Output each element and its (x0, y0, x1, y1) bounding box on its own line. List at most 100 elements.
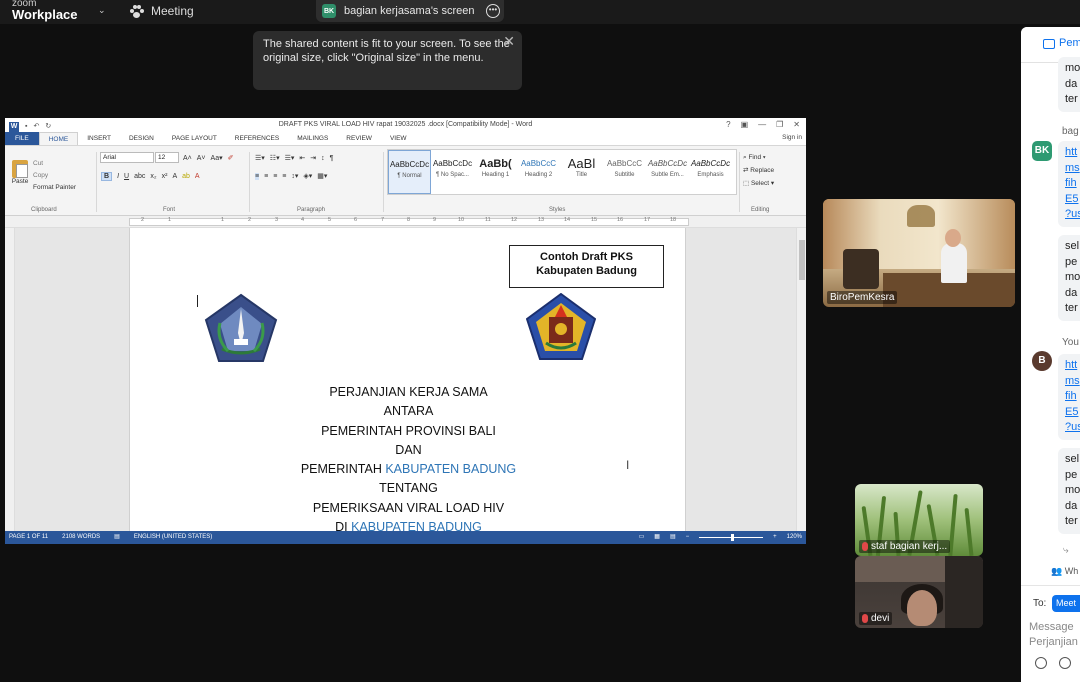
bold-icon[interactable]: B (101, 172, 113, 181)
who-can-see-row[interactable]: 👥 Wh (1051, 566, 1078, 577)
italic-icon[interactable]: I (117, 173, 119, 180)
numbering-icon[interactable]: ☷▾ (270, 154, 280, 162)
decrease-indent-icon[interactable]: ⇤ (299, 154, 305, 162)
tab-home[interactable]: HOME (38, 132, 79, 145)
web-layout-icon[interactable]: ▤ (670, 531, 676, 544)
chat-message[interactable]: mo da ter (1058, 57, 1080, 112)
proofing-icon[interactable]: ▤ (114, 531, 120, 544)
language-indicator[interactable]: ENGLISH (UNITED STATES) (134, 531, 212, 544)
help-icon[interactable]: ? (726, 118, 730, 132)
vertical-ruler[interactable] (5, 228, 15, 531)
close-window-icon[interactable]: ✕ (793, 118, 800, 132)
align-right-icon[interactable]: ≡ (273, 173, 277, 180)
chat-message[interactable]: htt ms fih E5 ?us (1058, 141, 1080, 227)
chevron-down-icon[interactable]: ⌄ (98, 5, 106, 16)
style-no-spacing[interactable]: AaBbCcDc ¶ No Spac... (431, 150, 474, 194)
tab-insert[interactable]: INSERT (78, 132, 120, 145)
justify-icon[interactable]: ≡ (282, 173, 286, 180)
video-tile-staf-bagian[interactable]: staf bagian kerj... (855, 484, 983, 556)
shrink-font-icon[interactable]: A˅ (197, 155, 206, 162)
ribbon-display-icon[interactable]: ▣ (741, 118, 749, 132)
bullets-icon[interactable]: ☰▾ (255, 154, 265, 162)
tab-design[interactable]: DESIGN (120, 132, 163, 145)
select-button[interactable]: ⬚ Select ▾ (743, 177, 774, 190)
style-emphasis[interactable]: AaBbCcDc Emphasis (689, 150, 732, 194)
tab-view[interactable]: VIEW (381, 132, 416, 145)
multilevel-icon[interactable]: ☰▾ (285, 154, 295, 162)
text-effects-icon[interactable]: A (172, 173, 177, 180)
align-center-icon[interactable]: ≡ (264, 173, 268, 180)
find-button[interactable]: ⌕ Find ▾ (743, 151, 774, 164)
subscript-icon[interactable]: x₂ (150, 173, 156, 180)
align-left-icon[interactable]: ≡ (255, 172, 260, 180)
emoji-icon[interactable] (1059, 657, 1071, 669)
zoom-out-icon[interactable]: − (686, 531, 690, 544)
tab-page-layout[interactable]: PAGE LAYOUT (163, 132, 226, 145)
document-page[interactable]: Contoh Draft PKS Kabupaten Badung PERJAN… (129, 228, 686, 531)
sort-icon[interactable]: ↕ (321, 155, 325, 162)
message-link[interactable]: htt (1065, 358, 1080, 374)
message-input[interactable]: Message Perjanjian (1029, 620, 1078, 650)
replace-button[interactable]: ⇄ Replace (743, 164, 774, 177)
clear-format-icon[interactable]: ✐ (228, 154, 234, 162)
meeting-menu[interactable]: Meeting (130, 4, 194, 18)
message-link[interactable]: ?us (1065, 207, 1080, 223)
style-heading-1[interactable]: AaBb( Heading 1 (474, 150, 517, 194)
reply-icon[interactable]: ⤷ (1063, 545, 1069, 556)
grow-font-icon[interactable]: A˄ (183, 155, 192, 162)
tab-file[interactable]: FILE (5, 132, 39, 145)
font-name-box[interactable]: Arial (100, 152, 154, 163)
sign-in-link[interactable]: Sign in (782, 134, 802, 141)
read-mode-icon[interactable]: ▭ (639, 531, 645, 544)
recipient-dropdown[interactable]: Meet (1052, 595, 1080, 612)
font-color-icon[interactable]: A (195, 173, 200, 180)
borders-icon[interactable]: ▦▾ (317, 172, 327, 180)
line-spacing-icon[interactable]: ↕▾ (291, 172, 298, 180)
maximize-icon[interactable]: ❐ (776, 118, 783, 132)
style-subtle-emphasis[interactable]: AaBbCcDc Subtle Em... (646, 150, 689, 194)
chat-message[interactable]: sel pe mo da ter (1058, 448, 1080, 534)
copy-button[interactable]: Copy (33, 170, 76, 182)
tab-mailings[interactable]: MAILINGS (288, 132, 337, 145)
message-link[interactable]: E5 (1065, 405, 1080, 421)
minimize-icon[interactable]: — (758, 118, 766, 132)
word-count[interactable]: 2108 WORDS (62, 531, 100, 544)
message-link[interactable]: ms (1065, 161, 1080, 177)
cut-button[interactable]: Cut (33, 158, 76, 170)
superscript-icon[interactable]: x² (162, 173, 168, 180)
change-case-icon[interactable]: Aa▾ (211, 154, 223, 162)
underline-icon[interactable]: U (124, 173, 129, 180)
chat-message[interactable]: htt ms fih E5 ?us (1058, 354, 1080, 440)
zoom-level[interactable]: 120% (787, 531, 802, 544)
print-layout-icon[interactable]: ▦ (654, 531, 660, 544)
video-tile-biropemkesra[interactable]: BiroPemKesra (823, 199, 1015, 307)
zoom-in-icon[interactable]: + (773, 531, 777, 544)
font-size-box[interactable]: 12 (155, 152, 179, 163)
message-link[interactable]: E5 (1065, 192, 1080, 208)
scrollbar-thumb[interactable] (799, 240, 805, 280)
style-subtitle[interactable]: AaBbCcC Subtitle (603, 150, 646, 194)
chat-title[interactable]: Pem (1059, 37, 1080, 49)
paste-button[interactable]: Paste (9, 160, 31, 185)
page-count[interactable]: PAGE 1 OF 11 (9, 531, 48, 544)
more-icon[interactable]: ••• (486, 4, 500, 18)
tab-review[interactable]: REVIEW (337, 132, 381, 145)
message-link[interactable]: htt (1065, 145, 1080, 161)
strikethrough-icon[interactable]: abc (134, 173, 145, 180)
format-painter-button[interactable]: Format Painter (33, 182, 76, 194)
highlight-icon[interactable]: ab (182, 173, 190, 180)
format-icon[interactable] (1035, 657, 1047, 669)
message-link[interactable]: ?us (1065, 420, 1080, 436)
style-title[interactable]: AaBl Title (560, 150, 603, 194)
zoom-slider[interactable] (699, 534, 764, 541)
increase-indent-icon[interactable]: ⇥ (310, 154, 316, 162)
message-link[interactable]: fih (1065, 389, 1080, 405)
style-heading-2[interactable]: AaBbCcC Heading 2 (517, 150, 560, 194)
video-tile-devi[interactable]: devi (855, 556, 983, 628)
style-normal[interactable]: AaBbCcDc ¶ Normal (388, 150, 431, 194)
message-link[interactable]: ms (1065, 374, 1080, 390)
close-icon[interactable]: ✕ (503, 34, 515, 48)
screen-share-indicator[interactable]: BK bagian kerjasama's screen ••• (316, 0, 504, 22)
horizontal-ruler[interactable]: 2 1 1 2 3 4 5 6 7 8 9 10 11 12 13 14 15 16 17 18 (5, 216, 806, 228)
shading-icon[interactable]: ◈▾ (303, 172, 312, 180)
